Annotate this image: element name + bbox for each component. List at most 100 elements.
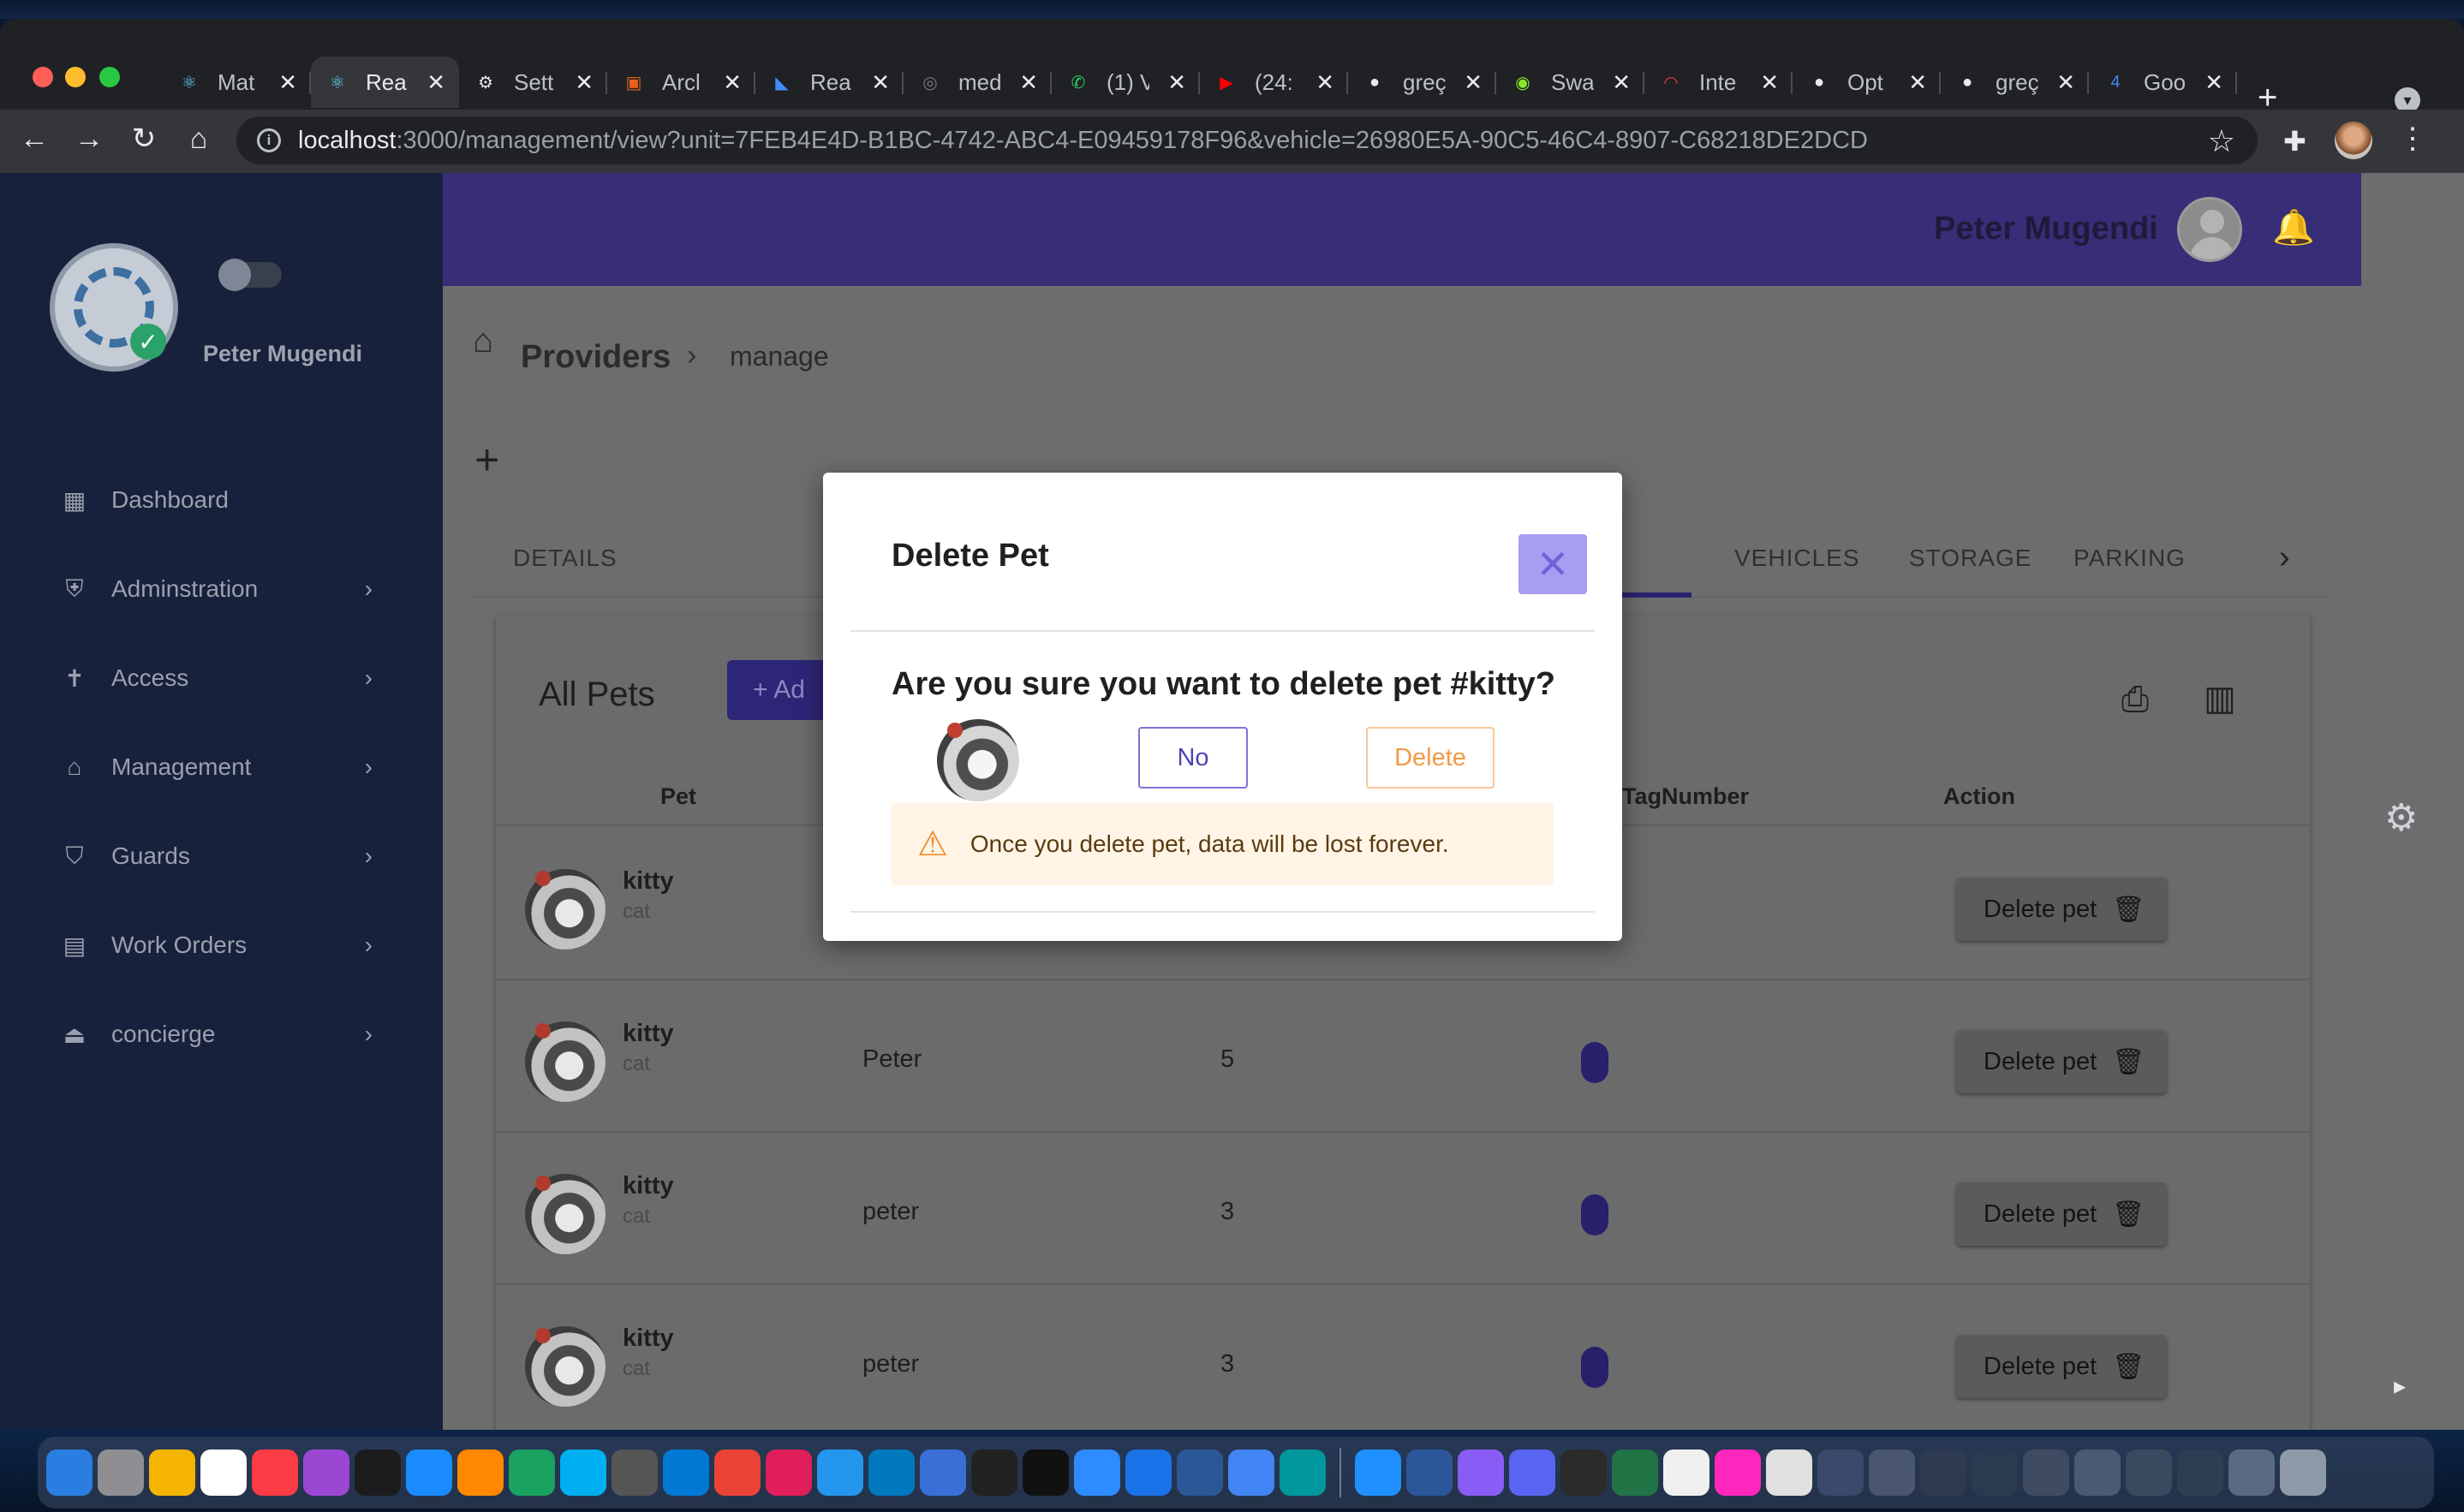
dock-app-icon[interactable] bbox=[1355, 1449, 1401, 1496]
sidebar-item-concierge[interactable]: ⏏ concierge › bbox=[0, 990, 443, 1079]
tab-close-icon[interactable]: ✕ bbox=[2056, 69, 2075, 96]
sidebar-item-access[interactable]: ✝ Access › bbox=[0, 634, 443, 723]
tab-close-icon[interactable]: ✕ bbox=[2204, 69, 2223, 96]
tab-close-icon[interactable]: ✕ bbox=[1464, 69, 1483, 96]
browser-tab[interactable]: ▶ (24: ✕ bbox=[1200, 57, 1348, 108]
tab-close-icon[interactable]: ✕ bbox=[575, 69, 594, 96]
settings-gear-icon[interactable]: ⚙ bbox=[2384, 796, 2418, 840]
breadcrumb-home-icon[interactable]: ⌂ bbox=[473, 322, 493, 360]
dock-app-icon[interactable] bbox=[868, 1449, 915, 1496]
delete-pet-button[interactable]: Delete pet 🗑 bbox=[1956, 878, 2167, 941]
browser-tab[interactable]: ● greç ✕ bbox=[1941, 57, 2089, 108]
breadcrumb-providers[interactable]: Providers bbox=[521, 339, 671, 376]
dock-app-icon[interactable] bbox=[98, 1449, 144, 1496]
browser-tab[interactable]: ◣ Rea ✕ bbox=[755, 57, 904, 108]
column-pet[interactable]: Pet bbox=[660, 783, 696, 810]
dialog-close-button[interactable]: ✕ bbox=[1518, 534, 1587, 594]
dock-app-icon[interactable] bbox=[1023, 1449, 1069, 1496]
tab-close-icon[interactable]: ✕ bbox=[1612, 69, 1631, 96]
print-icon[interactable]: ⎙ bbox=[2121, 681, 2149, 719]
dock-app-icon[interactable] bbox=[1074, 1449, 1120, 1496]
browser-tab[interactable]: ● greç ✕ bbox=[1348, 57, 1496, 108]
browser-tab[interactable]: ⚛ Rea ✕ bbox=[311, 57, 459, 108]
tab-parking[interactable]: PARKING bbox=[2073, 545, 2186, 572]
dock-app-icon[interactable] bbox=[971, 1449, 1017, 1496]
browser-tab[interactable]: ◉ Swa ✕ bbox=[1496, 57, 1644, 108]
profile-avatar[interactable] bbox=[2335, 122, 2372, 159]
browser-tab[interactable]: ✆ (1) V ✕ bbox=[1052, 57, 1200, 108]
dock-app-icon[interactable] bbox=[355, 1449, 401, 1496]
dock-app-icon[interactable] bbox=[817, 1449, 863, 1496]
header-avatar[interactable] bbox=[2177, 197, 2242, 262]
column-tag-number[interactable]: TagNumber bbox=[1622, 783, 1749, 810]
browser-tab[interactable]: ⚙ Sett ✕ bbox=[459, 57, 607, 108]
dock-app-icon[interactable] bbox=[1228, 1449, 1274, 1496]
sidebar-item-adminstration[interactable]: ⛨ Adminstration › bbox=[0, 545, 443, 634]
dock-app-icon[interactable] bbox=[1663, 1449, 1709, 1496]
dock-app-icon[interactable] bbox=[1406, 1449, 1453, 1496]
dock-app-icon[interactable] bbox=[1972, 1449, 2018, 1496]
dock-app-icon[interactable] bbox=[2177, 1449, 2223, 1496]
browser-tab[interactable]: ▣ Arcl ✕ bbox=[607, 57, 755, 108]
tab-vehicles[interactable]: VEHICLES bbox=[1734, 545, 1860, 572]
dock-app-icon[interactable] bbox=[1509, 1449, 1555, 1496]
dock-app-icon[interactable] bbox=[560, 1449, 606, 1496]
window-minimize-button[interactable] bbox=[65, 67, 86, 87]
dock-app-icon[interactable] bbox=[766, 1449, 812, 1496]
dock-app-icon[interactable] bbox=[200, 1449, 247, 1496]
dock-app-icon[interactable] bbox=[1280, 1449, 1326, 1496]
add-icon[interactable]: + bbox=[474, 438, 499, 481]
dock-app-icon[interactable] bbox=[252, 1449, 298, 1496]
home-icon[interactable]: ⌂ bbox=[182, 122, 216, 156]
bookmark-star-icon[interactable]: ☆ bbox=[2208, 123, 2235, 159]
sidebar-item-guards[interactable]: ⛉ Guards › bbox=[0, 812, 443, 901]
dock-app-icon[interactable] bbox=[1458, 1449, 1504, 1496]
tab-close-icon[interactable]: ✕ bbox=[1019, 69, 1038, 96]
browser-tab[interactable]: ◠ Inte ✕ bbox=[1644, 57, 1793, 108]
dock-app-icon[interactable] bbox=[1125, 1449, 1172, 1496]
dock-app-icon[interactable] bbox=[149, 1449, 195, 1496]
dock-app-icon[interactable] bbox=[1817, 1449, 1864, 1496]
dock-app-icon[interactable] bbox=[2126, 1449, 2172, 1496]
tab-close-icon[interactable]: ✕ bbox=[871, 69, 890, 96]
site-info-icon[interactable]: i bbox=[257, 128, 281, 152]
dock-app-icon[interactable] bbox=[1766, 1449, 1812, 1496]
dock-app-icon[interactable] bbox=[920, 1449, 966, 1496]
tab-storage[interactable]: STORAGE bbox=[1909, 545, 2031, 572]
dock-app-icon[interactable] bbox=[2280, 1449, 2326, 1496]
dock-app-icon[interactable] bbox=[2074, 1449, 2121, 1496]
browser-tab[interactable]: ◎ med ✕ bbox=[904, 57, 1052, 108]
reload-icon[interactable]: ↻ bbox=[127, 122, 161, 156]
dock-app-icon[interactable] bbox=[46, 1449, 92, 1496]
sidebar-item-management[interactable]: ⌂ Management › bbox=[0, 723, 443, 812]
notification-bell-icon[interactable]: 🔔 bbox=[2272, 207, 2315, 247]
tab-close-icon[interactable]: ✕ bbox=[278, 69, 297, 96]
tab-close-icon[interactable]: ✕ bbox=[1760, 69, 1779, 96]
sidebar-item-dashboard[interactable]: ▦ Dashboard bbox=[0, 455, 443, 545]
confirm-delete-button[interactable]: Delete bbox=[1366, 727, 1495, 789]
dock-app-icon[interactable] bbox=[457, 1449, 504, 1496]
dock-app-icon[interactable] bbox=[1920, 1449, 1966, 1496]
dock-app-icon[interactable] bbox=[406, 1449, 452, 1496]
dock-app-icon[interactable] bbox=[2228, 1449, 2275, 1496]
forward-icon[interactable]: → bbox=[72, 122, 106, 156]
theme-toggle[interactable] bbox=[218, 259, 282, 291]
dock-app-icon[interactable] bbox=[714, 1449, 761, 1496]
extensions-puzzle-icon[interactable]: ✚ bbox=[2283, 125, 2306, 158]
window-zoom-button[interactable] bbox=[99, 67, 120, 87]
dock-app-icon[interactable] bbox=[1560, 1449, 1607, 1496]
browser-tab[interactable]: ⚛ Mat ✕ bbox=[163, 57, 311, 108]
tab-close-icon[interactable]: ✕ bbox=[1908, 69, 1927, 96]
delete-pet-button[interactable]: Delete pet 🗑 bbox=[1956, 1182, 2167, 1246]
browser-tab[interactable]: 4 Goo ✕ bbox=[2089, 57, 2237, 108]
dock-app-icon[interactable] bbox=[303, 1449, 349, 1496]
view-columns-icon[interactable]: ▥ bbox=[2204, 679, 2236, 718]
browser-tab[interactable]: ● Opt ✕ bbox=[1793, 57, 1941, 108]
tabs-scroll-right-icon[interactable]: › bbox=[2279, 539, 2290, 576]
address-bar[interactable]: i localhost:3000/management/view?unit=7F… bbox=[236, 116, 2258, 164]
chrome-menu-icon[interactable]: ⋮ bbox=[2398, 122, 2427, 156]
dock-app-icon[interactable] bbox=[2023, 1449, 2069, 1496]
tab-close-icon[interactable]: ✕ bbox=[427, 69, 445, 96]
no-button[interactable]: No bbox=[1138, 727, 1248, 789]
dock-app-icon[interactable] bbox=[509, 1449, 555, 1496]
